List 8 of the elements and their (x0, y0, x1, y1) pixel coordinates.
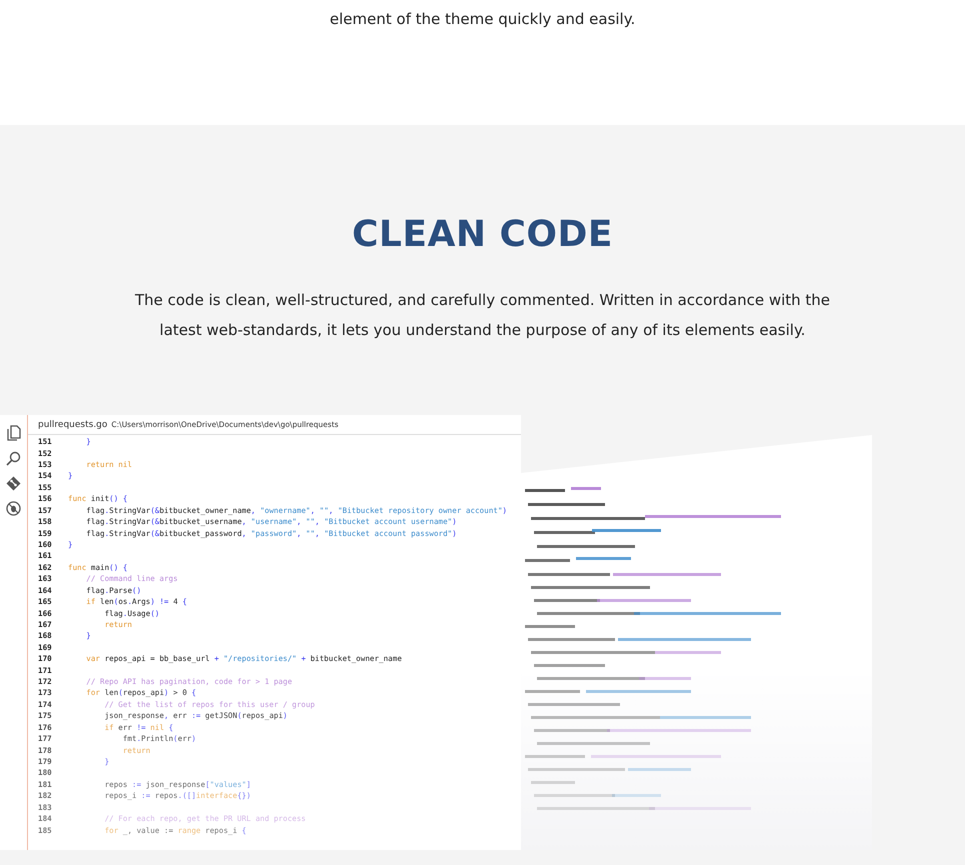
intro-text: element of the theme quickly and easily. (330, 9, 636, 30)
section-description: The code is clean, well-structured, and carefully commented. Written in accordance with the latest web-standards, it lets you understand the purpose of any of its elements easily. (134, 290, 832, 341)
git-icon[interactable] (6, 476, 21, 491)
search-icon[interactable] (6, 451, 21, 466)
debug-icon[interactable] (6, 501, 21, 516)
section-heading: CLEAN CODE (352, 213, 613, 257)
file-name[interactable]: pullrequests.go (38, 420, 108, 430)
files-icon[interactable] (6, 425, 20, 441)
